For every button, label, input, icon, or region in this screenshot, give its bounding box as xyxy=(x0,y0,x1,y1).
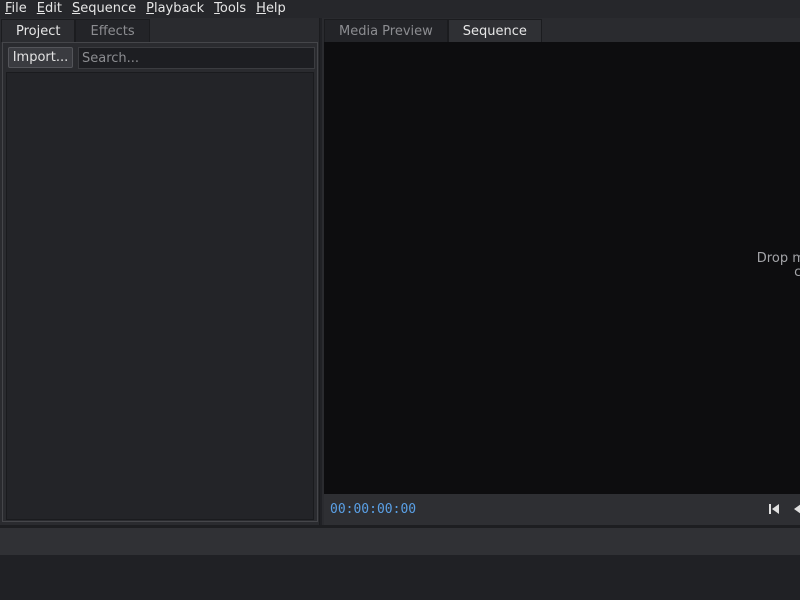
menu-tools[interactable]: Tools xyxy=(209,0,251,18)
step-back-icon[interactable] xyxy=(792,502,800,516)
menu-playback-accel: P xyxy=(146,1,154,16)
menu-bar: File Edit Sequence Playback Tools Help xyxy=(0,0,800,18)
tab-sequence[interactable]: Sequence xyxy=(447,19,542,42)
skip-to-start-icon[interactable] xyxy=(767,502,781,516)
menu-edit[interactable]: Edit xyxy=(32,0,67,18)
menu-sequence-label: equence xyxy=(80,1,137,16)
project-panel-tabs: Project Effects xyxy=(1,19,150,42)
menu-help[interactable]: Help xyxy=(251,0,291,18)
timeline-toolbar xyxy=(0,528,800,555)
tab-media-preview[interactable]: Media Preview xyxy=(324,19,448,42)
menu-file[interactable]: File xyxy=(0,0,32,18)
menu-sequence[interactable]: Sequence xyxy=(67,0,141,18)
menu-playback[interactable]: Playback xyxy=(141,0,209,18)
transport-bar: 00:00:00:00 xyxy=(324,494,800,525)
drop-media-hint: Drop media into the clip from the pro xyxy=(672,252,800,280)
menu-playback-label: layback xyxy=(153,1,205,16)
viewer-panel: Media Preview Sequence Drop media into t… xyxy=(322,18,800,525)
drop-hint-line-1: Drop media into the xyxy=(756,251,800,266)
drop-hint-line-2: clip from the pro xyxy=(794,265,800,280)
sequence-viewer[interactable]: Drop media into the clip from the pro xyxy=(324,42,800,494)
timeline-area[interactable] xyxy=(0,555,800,600)
menu-help-label: elp xyxy=(265,1,286,16)
search-input[interactable] xyxy=(78,47,315,69)
menu-file-label: ile xyxy=(11,1,27,16)
timecode-display[interactable]: 00:00:00:00 xyxy=(330,502,416,517)
menu-edit-label: dit xyxy=(45,1,62,16)
menu-sequence-accel: S xyxy=(71,1,81,16)
import-button[interactable]: Import... xyxy=(8,47,73,68)
project-panel: Project Effects Import... xyxy=(0,18,320,525)
menu-edit-accel: E xyxy=(36,1,45,16)
viewer-panel-tabs: Media Preview Sequence xyxy=(324,19,542,42)
menu-help-accel: H xyxy=(256,1,266,16)
project-media-list[interactable] xyxy=(6,72,314,520)
tab-effects[interactable]: Effects xyxy=(75,19,150,42)
tab-project[interactable]: Project xyxy=(1,19,76,42)
menu-tools-label: ools xyxy=(219,1,247,16)
project-frame: Import... xyxy=(2,42,318,522)
